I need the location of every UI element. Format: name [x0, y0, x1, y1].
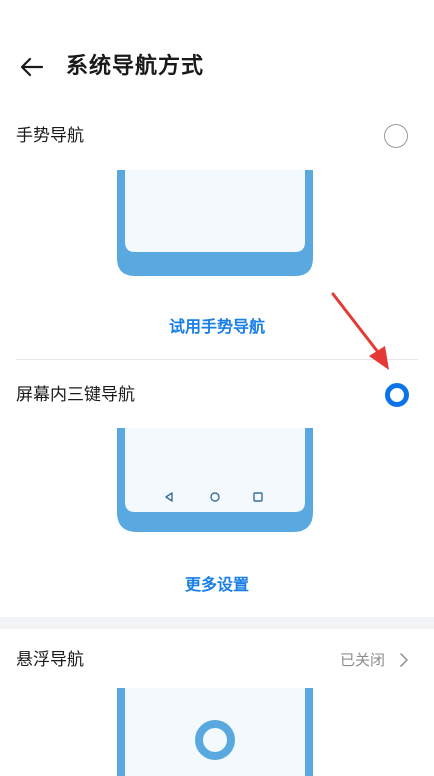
gesture-nav-illustration	[115, 170, 315, 280]
floating-nav-illustration	[115, 688, 315, 776]
option-gesture-label: 手势导航	[16, 126, 84, 146]
page-title: 系统导航方式	[66, 54, 205, 79]
option-three-key-label: 屏幕内三键导航	[16, 385, 135, 405]
section-separator	[0, 617, 434, 629]
arrow-left-icon	[20, 57, 44, 77]
option-gesture-nav[interactable]: 手势导航	[0, 118, 434, 158]
chevron-right-icon	[397, 652, 411, 668]
floating-nav-status: 已关闭	[340, 651, 386, 669]
three-key-radio[interactable]	[385, 383, 409, 407]
option-floating-label: 悬浮导航	[16, 650, 84, 670]
option-three-key-nav[interactable]: 屏幕内三键导航	[0, 375, 434, 415]
option-floating-nav[interactable]: 悬浮导航 已关闭	[0, 640, 434, 680]
annotation-arrow-icon	[325, 290, 395, 375]
gesture-radio[interactable]	[384, 124, 408, 148]
back-button[interactable]	[16, 52, 46, 82]
three-key-nav-illustration	[115, 428, 315, 538]
more-settings-link[interactable]: 更多设置	[0, 573, 434, 597]
